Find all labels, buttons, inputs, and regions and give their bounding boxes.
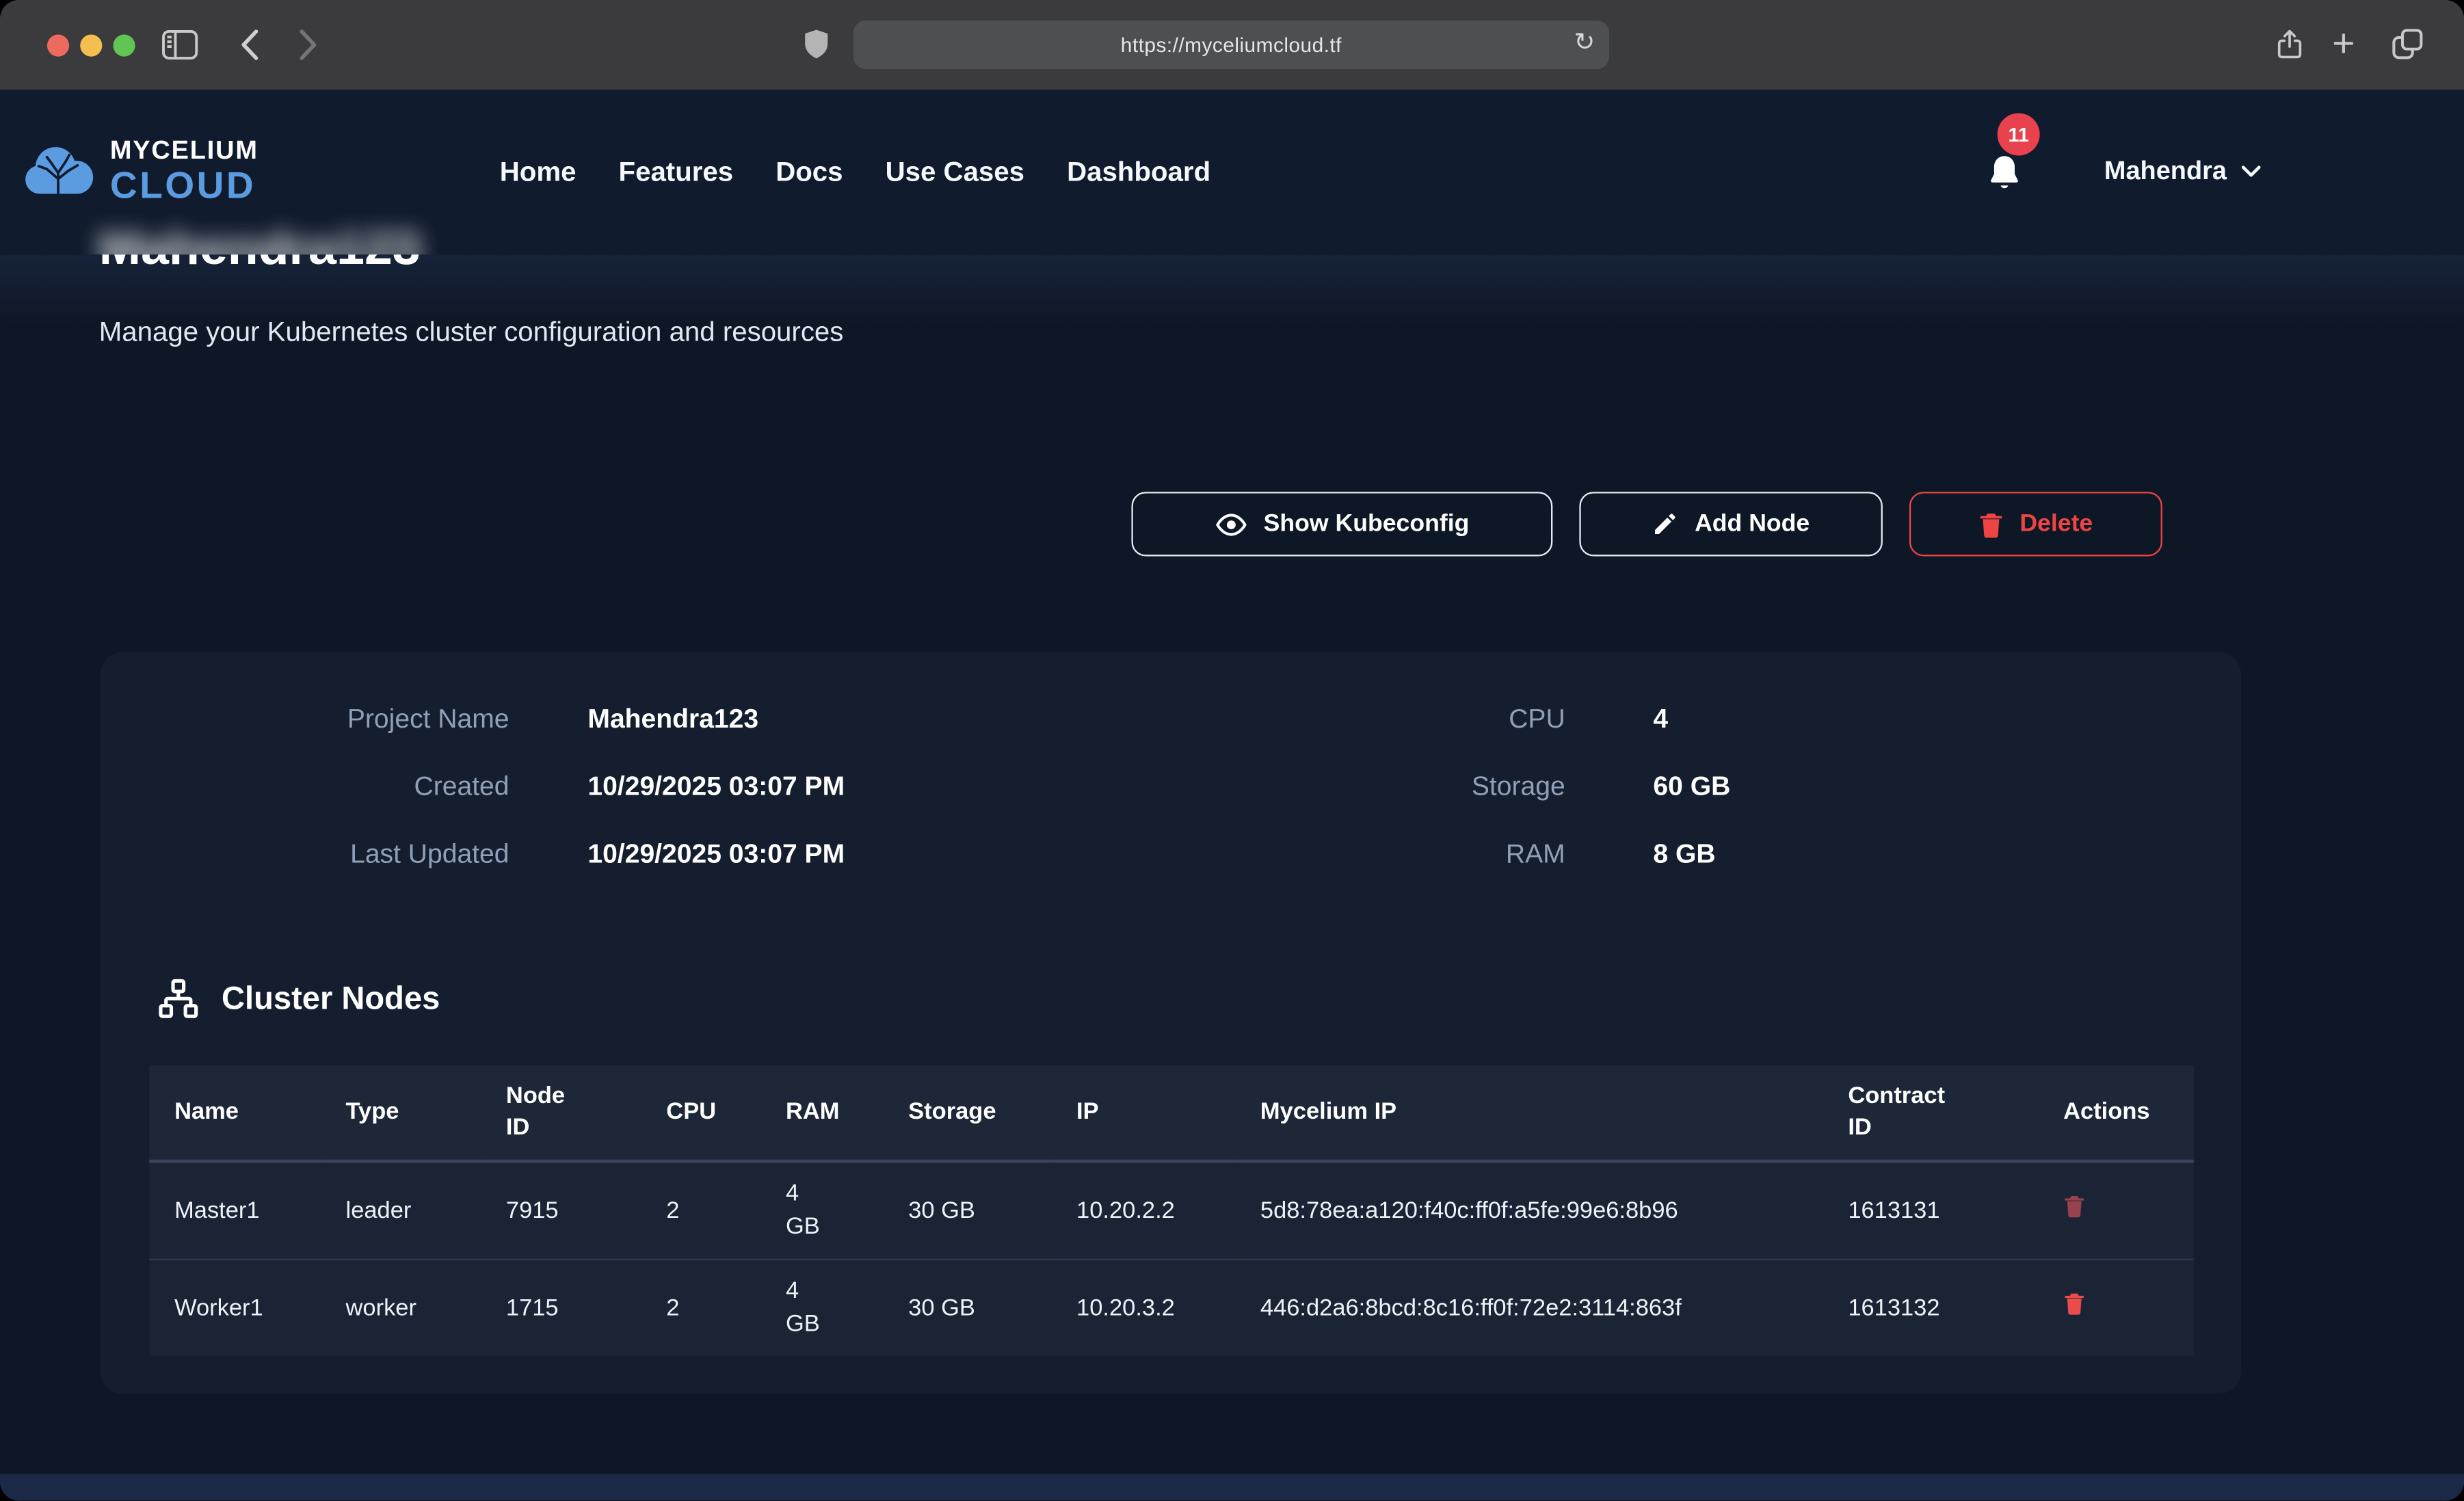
zoom-window-button[interactable] [113, 35, 135, 57]
cell-actions [2038, 1161, 2193, 1258]
minimize-window-button[interactable] [80, 35, 102, 57]
cell-actions [2038, 1259, 2193, 1356]
notifications-button[interactable]: 11 [1969, 90, 2038, 254]
cell-ram: 4 GB [760, 1161, 883, 1258]
browser-window: https://myceliumcloud.tf ↻ + Mahendra123 [0, 0, 2464, 1500]
cell-contract-id: 1613132 [1823, 1259, 2039, 1356]
address-bar-url: https://myceliumcloud.tf [1121, 33, 1342, 56]
bell-icon [1984, 151, 2023, 194]
chevron-down-icon [2241, 165, 2262, 179]
notifications-badge: 11 [1998, 113, 2040, 155]
cell-contract-id: 1613131 [1823, 1161, 2039, 1258]
sidebar-toggle-icon[interactable] [162, 30, 198, 60]
cell-type: leader [321, 1161, 481, 1258]
delete-node-button[interactable] [2063, 1193, 2085, 1219]
col-ram: RAM [760, 1065, 883, 1161]
delete-cluster-button[interactable]: Delete [1909, 492, 2162, 556]
nav-link-use-cases[interactable]: Use Cases [886, 155, 1024, 188]
cell-mycelium-ip: 446:d2a6:8bcd:8c16:ff0f:72e2:3114:863f [1235, 1259, 1823, 1356]
share-icon[interactable] [2274, 25, 2305, 63]
cluster-details-panel: Project Name Mahendra123 Created 10/29/2… [101, 652, 2241, 1394]
footer-band [0, 1474, 2464, 1500]
show-kubeconfig-button[interactable]: Show Kubeconfig [1131, 492, 1552, 556]
col-name: Name [149, 1065, 320, 1161]
col-ip: IP [1051, 1065, 1235, 1161]
table-header-row: Name Type Node ID CPU RAM Storage IP Myc… [149, 1065, 2194, 1161]
cell-storage: 30 GB [883, 1161, 1051, 1258]
info-row-cpu: CPU 4 [1154, 704, 2194, 735]
network-icon [157, 977, 200, 1020]
cell-ip: 10.20.3.2 [1051, 1259, 1235, 1356]
cluster-actions: Show Kubeconfig Add Node Delete [1131, 492, 2162, 556]
col-actions: Actions [2038, 1065, 2193, 1161]
pencil-icon [1652, 511, 1679, 537]
back-button[interactable] [239, 28, 259, 61]
cell-name: Worker1 [149, 1259, 320, 1356]
cloud-logo-icon [22, 141, 94, 204]
browser-toolbar: https://myceliumcloud.tf ↻ + [0, 0, 2464, 90]
forward-button[interactable] [299, 28, 319, 61]
logo-line1: MYCELIUM [110, 139, 259, 165]
eye-icon [1215, 512, 1247, 537]
user-name: Mahendra [2104, 157, 2227, 187]
cell-ip: 10.20.2.2 [1051, 1161, 1235, 1258]
nav-link-dashboard[interactable]: Dashboard [1067, 155, 1210, 188]
col-storage: Storage [883, 1065, 1051, 1161]
address-bar[interactable]: https://myceliumcloud.tf ↻ [853, 21, 1609, 69]
new-tab-button[interactable]: + [2332, 22, 2355, 68]
privacy-shield-icon[interactable] [803, 28, 830, 61]
site-navbar: Mahendra123 MYCELIUM CLOUD Home Features… [0, 90, 2464, 254]
cluster-nodes-table: Name Type Node ID CPU RAM Storage IP Myc… [149, 1065, 2194, 1356]
cell-type: worker [321, 1259, 481, 1356]
col-cpu: CPU [641, 1065, 761, 1161]
add-node-button[interactable]: Add Node [1579, 492, 1882, 556]
table-row: Worker1 worker 1715 2 4 GB 30 GB 10.20.3… [149, 1259, 2194, 1356]
info-row-last-updated: Last Updated 10/29/2025 03:07 PM [148, 839, 1154, 871]
col-node-id: Node ID [481, 1065, 641, 1161]
cell-node-id: 1715 [481, 1259, 641, 1356]
info-row-project-name: Project Name Mahendra123 [148, 704, 1154, 735]
cell-name: Master1 [149, 1161, 320, 1258]
nav-links: Home Features Docs Use Cases Dashboard [500, 90, 1210, 254]
delete-node-button[interactable] [2063, 1290, 2085, 1316]
tab-overview-icon[interactable] [2390, 27, 2425, 62]
reload-icon[interactable]: ↻ [1574, 27, 1595, 58]
nav-link-docs[interactable]: Docs [776, 155, 843, 188]
cluster-info-grid: Project Name Mahendra123 Created 10/29/2… [148, 704, 2194, 906]
cluster-nodes-heading: Cluster Nodes [157, 977, 440, 1020]
nav-link-home[interactable]: Home [500, 155, 577, 188]
trash-icon [1979, 510, 2004, 538]
col-mycelium-ip: Mycelium IP [1235, 1065, 1823, 1161]
info-row-ram: RAM 8 GB [1154, 839, 2194, 871]
user-menu[interactable]: Mahendra [2104, 90, 2262, 254]
page-subtitle: Manage your Kubernetes cluster configura… [99, 316, 844, 349]
info-row-created: Created 10/29/2025 03:07 PM [148, 771, 1154, 803]
close-window-button[interactable] [47, 35, 69, 57]
trash-icon [2063, 1193, 2085, 1219]
info-row-storage: Storage 60 GB [1154, 771, 2194, 803]
cell-cpu: 2 [641, 1259, 761, 1356]
logo-line2: CLOUD [110, 168, 259, 205]
cell-node-id: 7915 [481, 1161, 641, 1258]
trash-icon [2063, 1290, 2085, 1316]
nav-link-features[interactable]: Features [619, 155, 734, 188]
table-row: Master1 leader 7915 2 4 GB 30 GB 10.20.2… [149, 1161, 2194, 1258]
mycelium-cloud-logo[interactable]: MYCELIUM CLOUD [22, 90, 259, 254]
cell-ram: 4 GB [760, 1259, 883, 1356]
cell-cpu: 2 [641, 1161, 761, 1258]
cell-storage: 30 GB [883, 1259, 1051, 1356]
col-contract-id: Contract ID [1823, 1065, 2039, 1161]
cell-mycelium-ip: 5d8:78ea:a120:f40c:ff0f:a5fe:99e6:8b96 [1235, 1161, 1823, 1258]
col-type: Type [321, 1065, 481, 1161]
